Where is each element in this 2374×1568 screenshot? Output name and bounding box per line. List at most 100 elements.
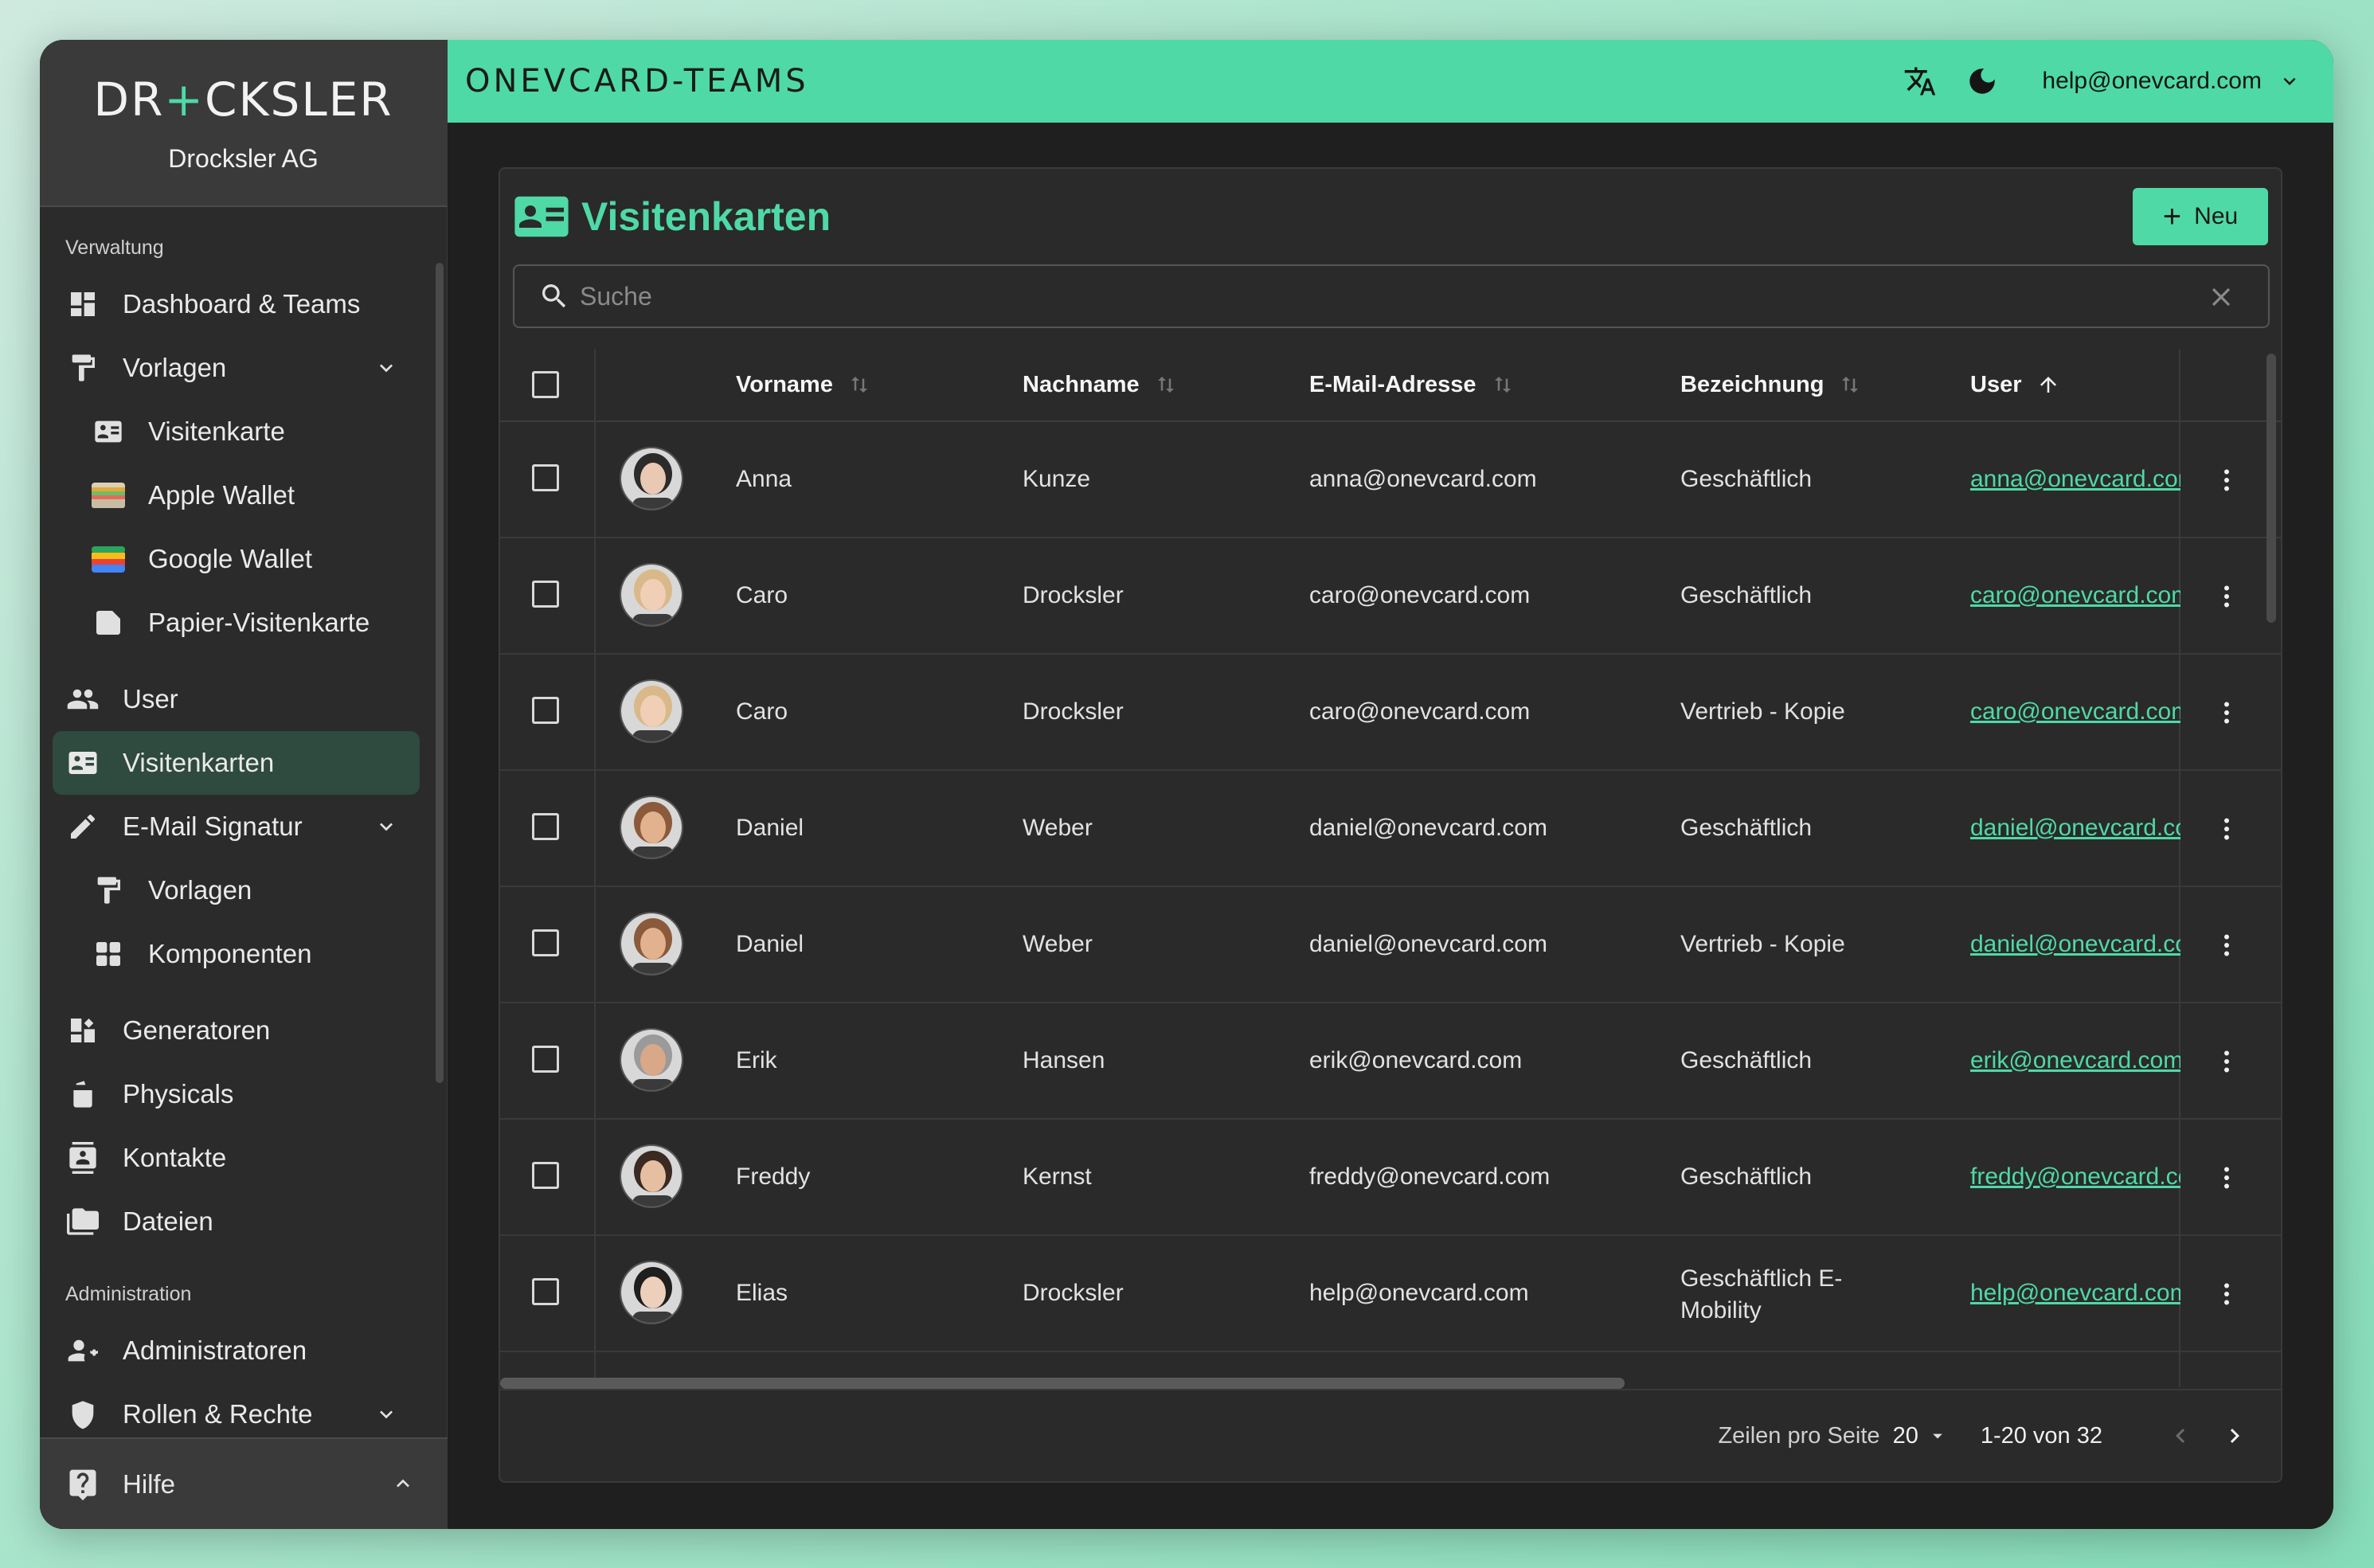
cell-user-link[interactable]: caro@onevcard.com — [1970, 698, 2180, 725]
help-toggle[interactable]: Hilfe — [40, 1437, 448, 1529]
sidebar-item-visitenkarte[interactable]: Visitenkarte — [40, 400, 447, 463]
sidebar-item-label: Dashboard & Teams — [123, 289, 361, 319]
sidebar-item-komponenten[interactable]: Komponenten — [40, 922, 447, 986]
table-vertical-scrollbar[interactable] — [2266, 354, 2276, 623]
sidebar-item-apple-wallet[interactable]: Apple Wallet — [40, 463, 447, 527]
row-checkbox[interactable] — [532, 1046, 564, 1077]
row-checkbox[interactable] — [532, 1278, 564, 1310]
sort-icon[interactable] — [1491, 373, 1515, 397]
rows-per-page-select[interactable]: 20 — [1893, 1423, 1918, 1449]
column-header-bezeichnung[interactable]: Bezeichnung — [1680, 372, 1862, 398]
chevron-down-icon[interactable] — [2278, 69, 2302, 93]
top-bar: ONEVCARD-TEAMS help@onevcard.com — [448, 40, 2333, 123]
cell-email: erik@onevcard.com — [1309, 1047, 1523, 1073]
sort-icon[interactable] — [1838, 373, 1862, 397]
sidebar-item-label: Visitenkarten — [123, 748, 275, 777]
cell-bezeichnung: Geschäftlich — [1680, 582, 1813, 608]
row-checkbox[interactable] — [532, 697, 564, 729]
data-table: Vorname Nachname E-Mail-Adresse Bezeichn… — [500, 349, 2281, 1387]
chevron-down-icon[interactable] — [374, 1402, 399, 1427]
table-horizontal-scrollbar[interactable] — [500, 1378, 1625, 1389]
sidebar-item-google-wallet[interactable]: Google Wallet — [40, 527, 447, 591]
cell-user-link[interactable]: freddy@onevcard.com — [1970, 1163, 2180, 1191]
sidebar-item-generatoren[interactable]: Generatoren — [40, 999, 447, 1062]
translate-icon[interactable] — [1903, 65, 1937, 98]
avatar — [620, 796, 683, 859]
row-checkbox[interactable] — [532, 1162, 564, 1194]
row-checkbox[interactable] — [532, 929, 564, 961]
sidebar-item-kontakte[interactable]: Kontakte — [40, 1126, 447, 1190]
more-vert-icon[interactable] — [2212, 1163, 2241, 1192]
column-header-email[interactable]: E-Mail-Adresse — [1309, 372, 1515, 398]
table-row[interactable]: Caro Drocksler caro@onevcard.com Vertrieb -… — [500, 655, 2281, 771]
row-checkbox[interactable] — [532, 813, 564, 845]
sidebar-item-visitenkarten[interactable]: Visitenkarten — [53, 731, 420, 795]
sort-icon[interactable] — [847, 373, 871, 397]
table-row[interactable]: Freddy Kernst freddy@onevcard.com Geschäftl… — [500, 1120, 2281, 1236]
more-vert-icon[interactable] — [2212, 815, 2241, 843]
table-row[interactable]: Daniel Weber daniel@onevcard.com Vertrieb -… — [500, 887, 2281, 1003]
chevron-down-icon[interactable] — [374, 814, 399, 839]
sidebar-item-vorlagen[interactable]: Vorlagen — [40, 336, 447, 400]
table-row[interactable]: Elias Drocksler help@onevcard.com Geschäftl… — [500, 1236, 2281, 1352]
cell-user-link[interactable]: caro@onevcard.com — [1970, 582, 2180, 609]
column-header-nachname[interactable]: Nachname — [1023, 372, 1178, 398]
table-row[interactable]: Anna Kunze anna@onevcard.com Geschäftlich an… — [500, 422, 2281, 538]
search-input[interactable]: Suche — [513, 264, 2270, 328]
sidebar-item-user[interactable]: User — [40, 667, 447, 731]
sidebar-item-administratoren[interactable]: Administratoren — [40, 1319, 447, 1382]
sidebar-item-label: Komponenten — [148, 939, 312, 968]
select-all-checkbox[interactable] — [532, 371, 564, 403]
section-label-verwaltung: Verwaltung — [65, 236, 164, 259]
sidebar-item-label: Visitenkarte — [148, 416, 285, 446]
sidebar-item-rollen[interactable]: Rollen & Rechte — [40, 1382, 447, 1437]
sidebar-item-signatur-vorlagen[interactable]: Vorlagen — [40, 858, 447, 922]
table-header: Vorname Nachname E-Mail-Adresse Bezeichn… — [500, 349, 2281, 422]
rows-per-page-label: Zeilen pro Seite — [1718, 1422, 1880, 1449]
sidebar-item-label: User — [123, 684, 178, 714]
prev-page-icon[interactable] — [2166, 1421, 2195, 1450]
sidebar-item-label: Generatoren — [123, 1015, 271, 1045]
new-button[interactable]: + Neu — [2133, 188, 2268, 245]
column-header-vorname[interactable]: Vorname — [736, 372, 871, 398]
cell-last-name: Kunze — [1023, 466, 1091, 492]
cell-user-link[interactable]: erik@onevcard.com — [1970, 1047, 2180, 1074]
close-icon[interactable] — [2206, 282, 2236, 312]
chevron-down-icon[interactable] — [374, 355, 399, 381]
sidebar-item-label: Dateien — [123, 1206, 213, 1236]
next-page-icon[interactable] — [2220, 1421, 2249, 1450]
sidebar-item-physicals[interactable]: Physicals — [40, 1062, 447, 1126]
more-vert-icon[interactable] — [2212, 1280, 2241, 1308]
row-checkbox[interactable] — [532, 581, 564, 612]
sidebar-item-email-signatur[interactable]: E-Mail Signatur — [40, 795, 447, 858]
table-row[interactable]: Erik Hansen erik@onevcard.com Geschäftlich e… — [500, 1003, 2281, 1120]
sidebar-item-dateien[interactable]: Dateien — [40, 1190, 447, 1253]
sort-ascending-icon[interactable] — [2036, 373, 2060, 397]
apple-wallet-icon — [91, 478, 126, 513]
more-vert-icon[interactable] — [2212, 931, 2241, 960]
admin-icon — [65, 1333, 100, 1368]
cell-last-name: Hansen — [1023, 1047, 1105, 1073]
dropdown-arrow-icon[interactable] — [1926, 1425, 1949, 1447]
column-header-user[interactable]: User — [1970, 372, 2060, 398]
sidebar-item-dashboard[interactable]: Dashboard & Teams — [40, 272, 447, 336]
sort-icon[interactable] — [1154, 373, 1178, 397]
sidebar-item-papier[interactable]: Papier-Visitenkarte — [40, 591, 447, 655]
more-vert-icon[interactable] — [2212, 466, 2241, 495]
user-menu-email[interactable]: help@onevcard.com — [2042, 68, 2262, 95]
cell-user-link[interactable]: help@onevcard.com — [1970, 1280, 2180, 1307]
cell-user-link[interactable]: daniel@onevcard.com — [1970, 815, 2180, 842]
dark-mode-icon[interactable] — [1965, 65, 1999, 98]
sidebar-item-label: Rollen & Rechte — [123, 1399, 313, 1429]
table-row[interactable]: Daniel Weber daniel@onevcard.com Geschäftli… — [500, 771, 2281, 887]
table-row[interactable]: Caro Drocksler caro@onevcard.com Geschäftli… — [500, 538, 2281, 655]
more-vert-icon[interactable] — [2212, 698, 2241, 727]
pagination: Zeilen pro Seite 20 1-20 von 32 — [500, 1389, 2281, 1481]
row-checkbox[interactable] — [532, 464, 564, 496]
more-vert-icon[interactable] — [2212, 582, 2241, 611]
cell-user-link[interactable]: daniel@onevcard.com — [1970, 931, 2180, 958]
cell-user-link[interactable]: anna@onevcard.com — [1970, 466, 2180, 493]
cell-email: freddy@onevcard.com — [1309, 1163, 1551, 1190]
cell-email: daniel@onevcard.com — [1309, 815, 1547, 841]
more-vert-icon[interactable] — [2212, 1047, 2241, 1076]
